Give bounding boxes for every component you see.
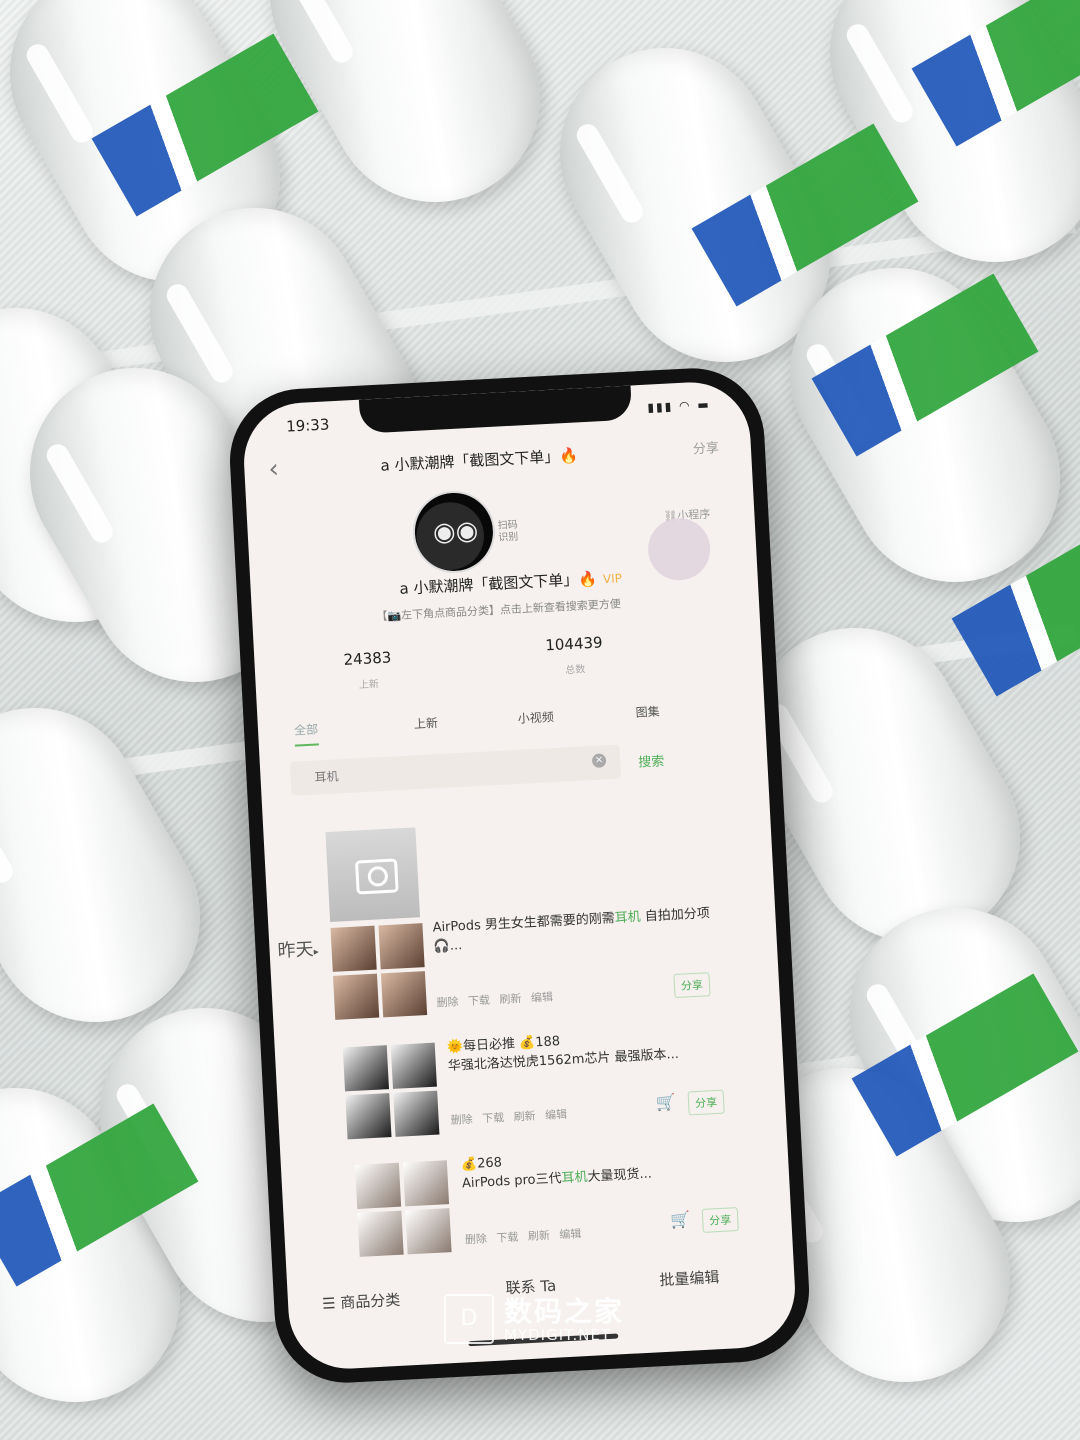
- stat-total[interactable]: 104439 总数: [519, 632, 631, 679]
- post-item[interactable]: 🌞每日必推 💰188 华强北洛达悦虎1562m芯片 最强版本... 删除 下载 …: [446, 1023, 738, 1127]
- watermark-logo-icon: D: [444, 1294, 494, 1344]
- search-input[interactable]: 耳机: [314, 767, 339, 785]
- shop-name-text: a 小默潮牌「截图文下单」🔥: [399, 569, 598, 598]
- category-button[interactable]: ☰ 商品分类: [322, 1289, 401, 1314]
- post-title: AirPods 男生女生都需要的刚需耳机 自拍加分项🎧...: [432, 903, 724, 956]
- airpods-case: [0, 669, 239, 1061]
- qr-code-label[interactable]: 扫码 识别: [497, 520, 518, 545]
- post-image: [342, 1045, 390, 1092]
- post-image: [332, 973, 380, 1020]
- post-title-text: 🌞每日必推 💰188 华强北洛达悦虎1562m芯片 最强版本...: [446, 1034, 680, 1074]
- batch-edit-button[interactable]: 批量编辑: [659, 1266, 720, 1290]
- post-image: [330, 925, 377, 972]
- vip-badge: VIP: [602, 571, 623, 587]
- stat-value: 104439: [544, 633, 604, 655]
- post-image: [405, 1208, 452, 1255]
- tab-new[interactable]: 上新: [413, 714, 439, 732]
- stat-label: 总数: [565, 664, 586, 677]
- watermark-text: 数码之家: [504, 1295, 625, 1328]
- post-item[interactable]: 💰268 AirPods pro三代耳机大量现货... 删除 下载 刷新 编辑 …: [461, 1140, 753, 1246]
- status-icons: ▮▮▮ ◠ ▬: [647, 397, 711, 415]
- post-title-highlight: 耳机: [614, 909, 642, 927]
- status-time: 19:33: [285, 415, 330, 436]
- clear-icon[interactable]: ×: [591, 753, 607, 769]
- post-title: 💰268 AirPods pro三代耳机大量现货...: [461, 1140, 753, 1193]
- post-title: 🌞每日必推 💰188 华强北洛达悦虎1562m芯片 最强版本...: [446, 1023, 738, 1076]
- cart-icon[interactable]: 🛒: [656, 1092, 677, 1112]
- camera-icon: [354, 858, 399, 895]
- post-image: [393, 1090, 440, 1137]
- tab-bar: 全部 上新 小视频 图集: [267, 692, 738, 753]
- post-share-button[interactable]: 分享: [701, 1207, 739, 1233]
- post-image: [345, 1093, 392, 1140]
- search-button[interactable]: 搜索: [638, 750, 665, 770]
- tab-video[interactable]: 小视频: [517, 708, 554, 727]
- phone-screen: 19:33 ▮▮▮ ◠ ▬ ‹ a 小默潮牌「截图文下单」🔥 分享 ◉◉ 扫码 …: [241, 379, 798, 1372]
- day-label: 昨天▸: [277, 935, 319, 963]
- post-title-highlight: 耳机: [561, 1169, 588, 1187]
- watermark-subtext: MYDIGIT.NET: [504, 1326, 612, 1344]
- share-button[interactable]: 分享: [692, 437, 720, 457]
- avatar-face: ◉◉: [432, 515, 480, 549]
- watermark: D 数码之家 MYDIGIT.NET: [444, 1290, 644, 1346]
- day-label-text: 昨天: [277, 938, 315, 962]
- post-title-text: AirPods 男生女生都需要的刚需: [432, 911, 616, 936]
- post-actions[interactable]: 删除 下载 刷新 编辑: [465, 1225, 582, 1247]
- phone: 19:33 ▮▮▮ ◠ ▬ ‹ a 小默潮牌「截图文下单」🔥 分享 ◉◉ 扫码 …: [226, 364, 813, 1387]
- post-title-text: 💰268 AirPods pro三代: [460, 1155, 562, 1192]
- post-image: [380, 971, 428, 1018]
- post-share-button[interactable]: 分享: [687, 1089, 725, 1116]
- post-title-text: 大量现货...: [587, 1166, 653, 1185]
- post-image: [390, 1042, 437, 1089]
- post-actions[interactable]: 删除 下载 刷新 编辑: [450, 1106, 567, 1128]
- search-bar[interactable]: 耳机 ×: [289, 744, 622, 796]
- stat-new[interactable]: 24383 上新: [312, 647, 424, 694]
- post-image: [354, 1162, 402, 1209]
- stat-label: 上新: [358, 679, 380, 692]
- post-image-grid[interactable]: [330, 923, 428, 1020]
- page-title: a 小默潮牌「截图文下单」🔥: [380, 446, 579, 475]
- camera-upload[interactable]: [325, 827, 421, 922]
- post-item[interactable]: AirPods 男生女生都需要的刚需耳机 自拍加分项🎧... 删除 下载 刷新 …: [432, 903, 724, 1010]
- stat-value: 24383: [343, 648, 392, 669]
- caret-icon: ▸: [313, 946, 320, 958]
- back-icon[interactable]: ‹: [268, 454, 280, 485]
- post-image: [402, 1160, 450, 1207]
- tab-all[interactable]: 全部: [293, 720, 319, 747]
- post-image-grid[interactable]: [342, 1042, 440, 1140]
- post-image: [357, 1210, 404, 1257]
- notch: [358, 385, 633, 434]
- post-actions[interactable]: 删除 下载 刷新 编辑: [436, 988, 553, 1010]
- post-share-button[interactable]: 分享: [673, 972, 711, 999]
- avatar[interactable]: ◉◉: [410, 488, 498, 576]
- post-image: [378, 923, 425, 970]
- post-image-grid[interactable]: [354, 1160, 452, 1257]
- tab-gallery[interactable]: 图集: [635, 702, 660, 720]
- cart-icon[interactable]: 🛒: [670, 1210, 691, 1230]
